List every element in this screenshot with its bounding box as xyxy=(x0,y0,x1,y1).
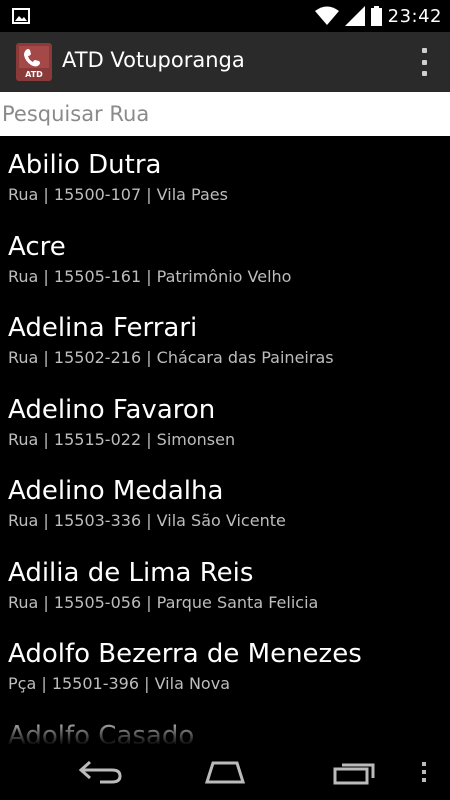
recent-apps-button[interactable] xyxy=(324,752,384,792)
list-item[interactable]: Abilio Dutra Rua | 15500-107 | Vila Paes xyxy=(0,136,450,218)
street-detail: Rua | 15502-216 | Chácara das Paineiras xyxy=(8,348,334,367)
street-name: Adelina Ferrari xyxy=(8,313,198,343)
street-detail: Rua | 15500-107 | Vila Paes xyxy=(8,185,228,204)
street-detail: Rua | 15505-056 | Parque Santa Felicia xyxy=(8,592,319,612)
list-item[interactable]: Adilia de Lima Reis Rua | 15505-056 | Pa… xyxy=(0,544,450,626)
street-detail: Rua | 15505-161 | Patrimônio Velho xyxy=(8,266,292,286)
street-name: Abilio Dutra xyxy=(8,150,162,180)
home-icon xyxy=(204,761,246,784)
app-icon-text: ATD xyxy=(25,70,43,79)
list-item[interactable]: Adelino Medalha Rua | 15503-336 | Vila S… xyxy=(0,462,450,544)
list-item[interactable]: Adelina Ferrari Rua | 15502-216 | Chácar… xyxy=(0,299,450,381)
battery-icon xyxy=(370,6,382,26)
recent-apps-icon xyxy=(333,763,375,785)
street-name: Adilia de Lima Reis xyxy=(8,557,254,588)
back-button[interactable] xyxy=(66,752,136,792)
back-icon xyxy=(78,760,122,784)
street-name: Adolfo Casado xyxy=(8,720,195,745)
wifi-icon xyxy=(314,6,339,25)
navigation-bar xyxy=(0,744,450,800)
home-button[interactable] xyxy=(190,752,260,792)
list-item[interactable]: Acre Rua | 15505-161 | Patrimônio Velho xyxy=(0,218,450,300)
street-list[interactable]: Abilio Dutra Rua | 15500-107 | Vila Paes… xyxy=(0,136,450,744)
street-name: Adelino Favaron xyxy=(8,394,216,425)
search-input[interactable] xyxy=(0,92,450,136)
street-detail: Rua | 15515-022 | Simonsen xyxy=(8,429,236,449)
list-item[interactable]: Adolfo Bezerra de Menezes Pça | 15501-39… xyxy=(0,625,450,707)
app-icon[interactable]: ATD xyxy=(16,43,52,81)
street-name: Acre xyxy=(8,231,66,262)
status-time: 23:42 xyxy=(387,5,442,27)
app-title: ATD Votuporanga xyxy=(62,48,245,72)
action-bar: ATD ATD Votuporanga xyxy=(0,32,450,92)
overflow-menu-icon[interactable] xyxy=(418,48,430,76)
street-name: Adolfo Bezerra de Menezes xyxy=(8,639,362,669)
street-detail: Pça | 15501-396 | Vila Nova xyxy=(8,674,230,693)
status-bar: 23:42 xyxy=(0,0,450,32)
picture-icon xyxy=(12,8,30,24)
signal-icon xyxy=(344,6,365,26)
street-detail: Rua | 15503-336 | Vila São Vicente xyxy=(8,511,286,530)
street-name: Adelino Medalha xyxy=(8,476,224,506)
list-item[interactable]: Adolfo Casado xyxy=(0,707,450,745)
list-item[interactable]: Adelino Favaron Rua | 15515-022 | Simons… xyxy=(0,381,450,463)
menu-icon[interactable] xyxy=(414,752,434,792)
